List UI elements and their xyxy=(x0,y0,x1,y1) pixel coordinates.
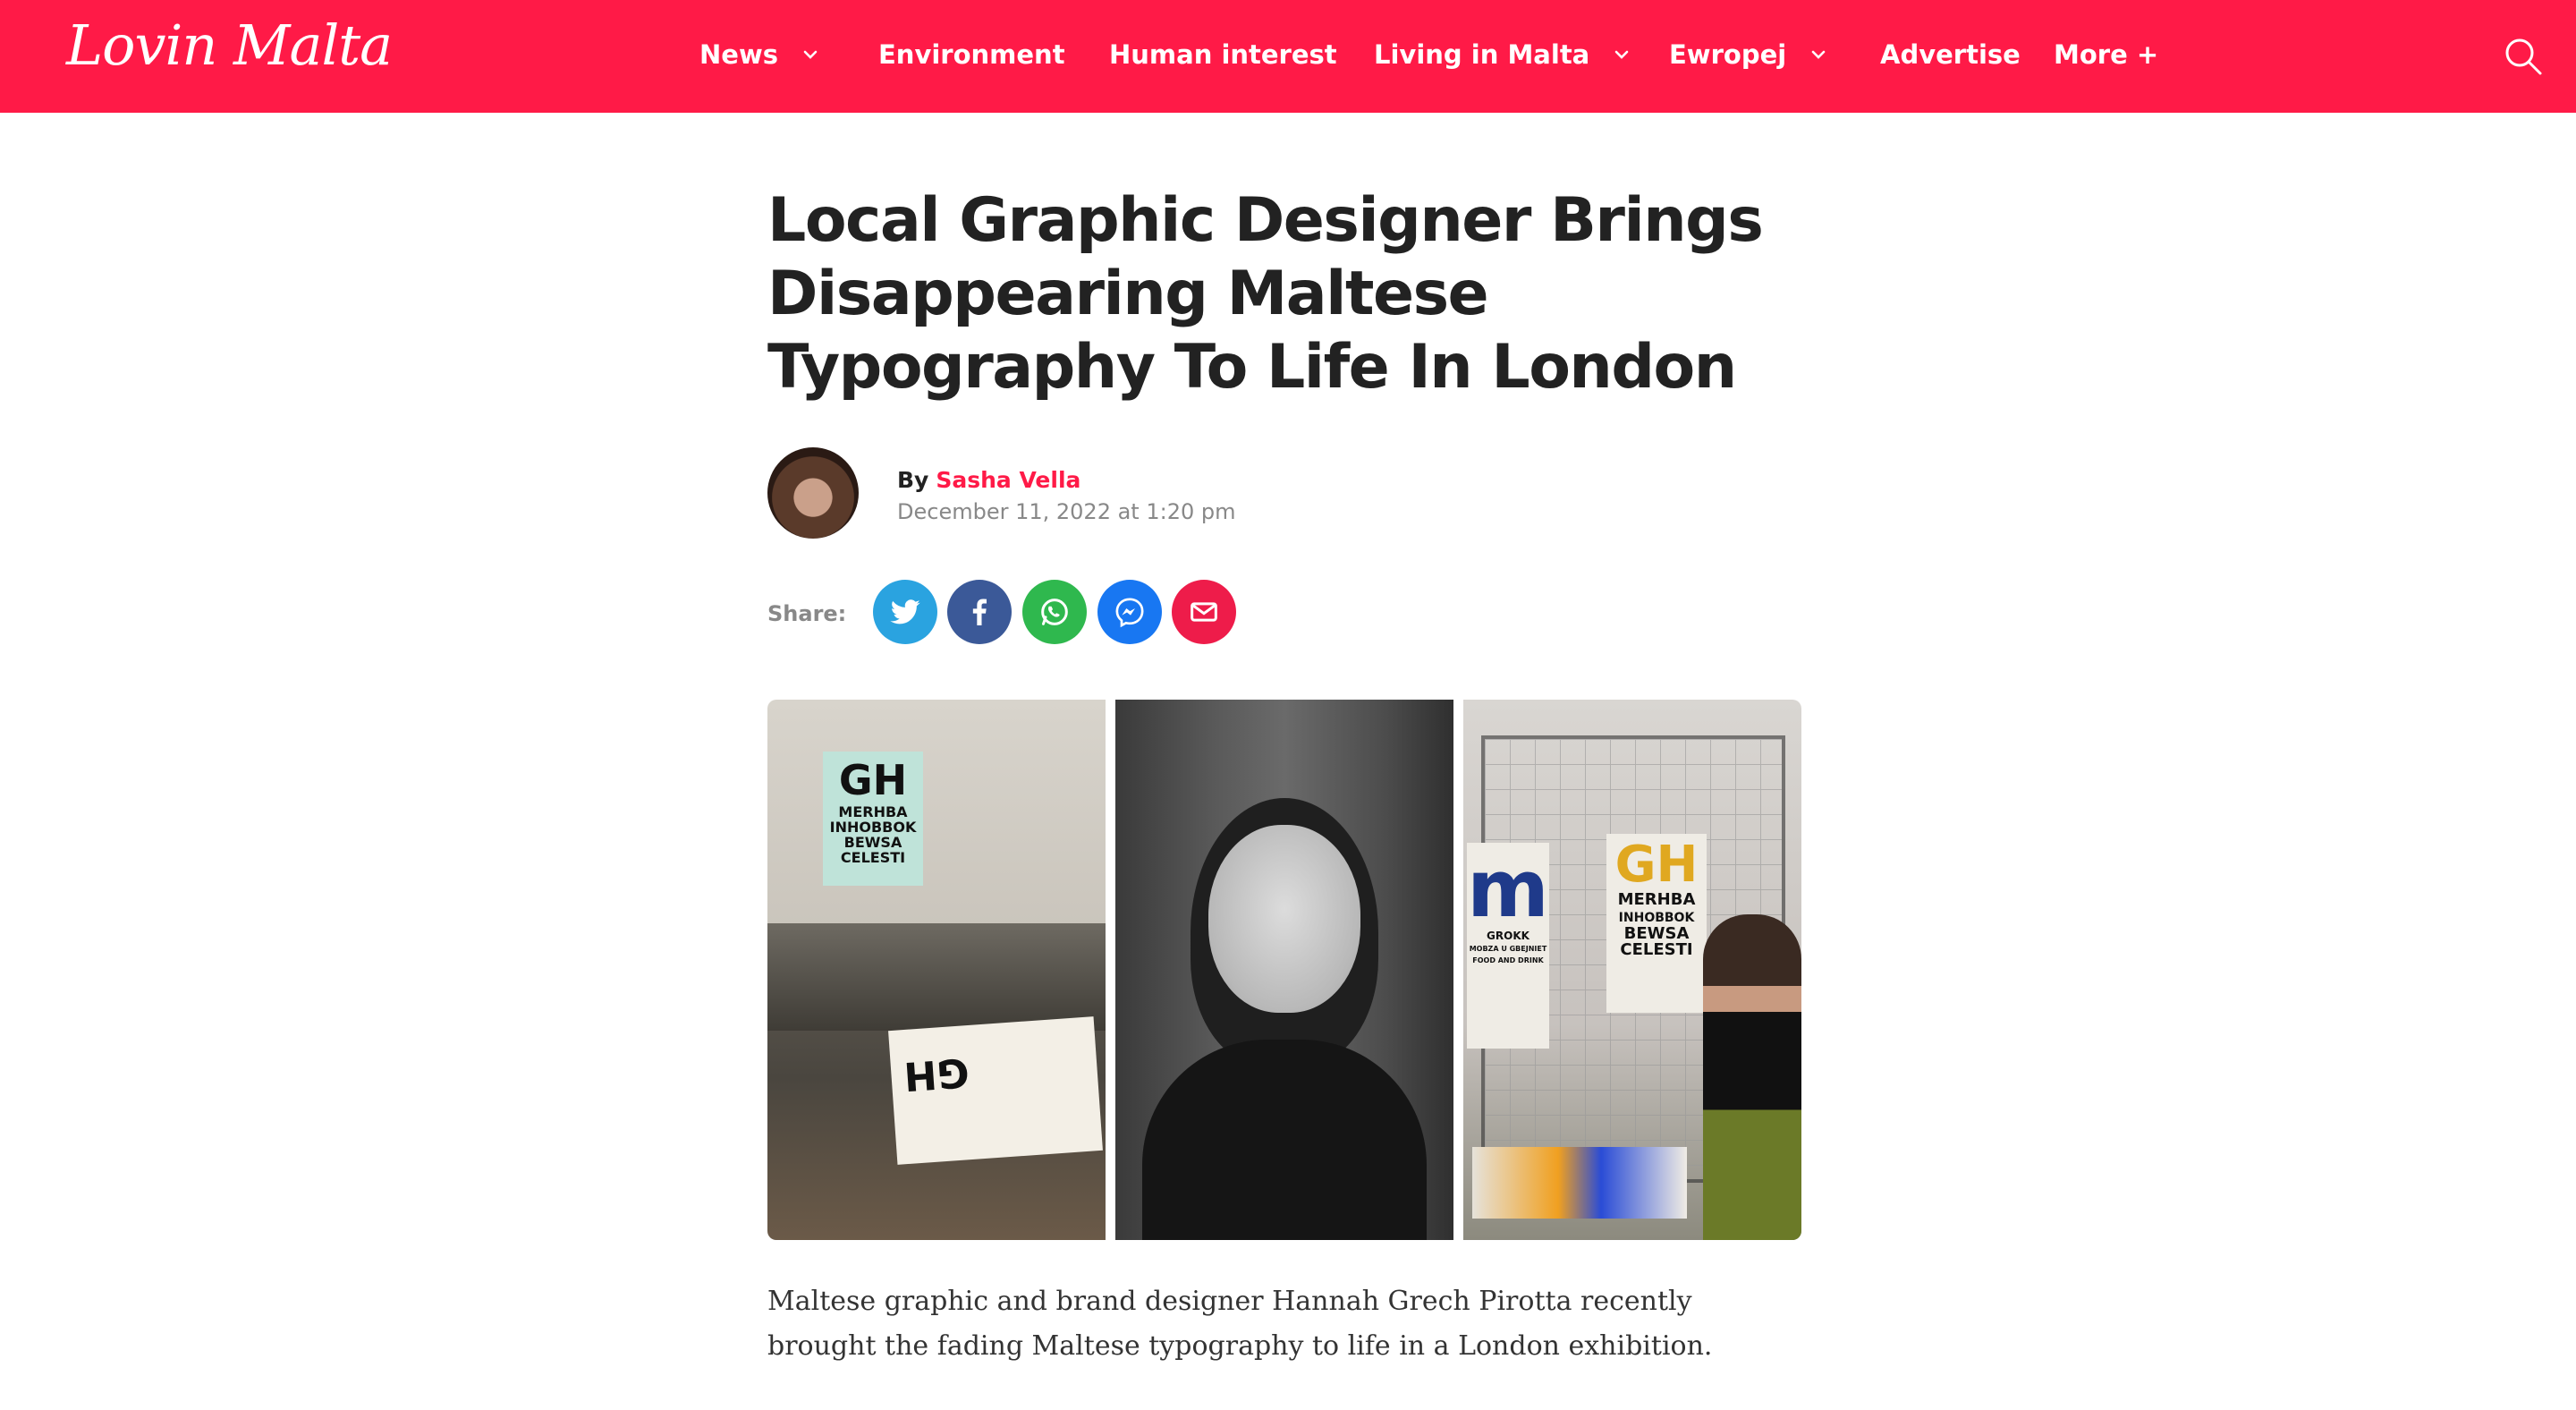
nav-item-label: Living in Malta xyxy=(1374,39,1590,70)
share-facebook-button[interactable] xyxy=(947,580,1012,644)
poster-line: GROKK xyxy=(1487,930,1530,943)
share-messenger-button[interactable] xyxy=(1097,580,1162,644)
author-avatar[interactable] xyxy=(767,447,859,539)
share-twitter-button[interactable] xyxy=(873,580,937,644)
gh-poster-exhibition: GH MERHBA INHOBBOK BEWSA CELESTI xyxy=(1606,834,1707,1013)
nav-item-advertise[interactable]: Advertise xyxy=(1880,39,2021,70)
plate-text: GH xyxy=(902,1049,971,1100)
chevron-down-icon xyxy=(803,50,818,59)
poster-line: MERHBA xyxy=(1617,889,1696,909)
nav-item-human-interest[interactable]: Human interest xyxy=(1109,39,1337,70)
portrait-body xyxy=(1142,1040,1427,1240)
chevron-down-icon xyxy=(1614,50,1629,59)
nav-item-label: Advertise xyxy=(1880,39,2021,70)
poster-heading: m xyxy=(1467,843,1549,935)
nav-item-label: News xyxy=(699,39,778,70)
m-poster: m GROKK MOBZA U GBEJNIET FOOD AND DRINK xyxy=(1467,843,1549,1049)
designer-portrait-photo xyxy=(1115,700,1453,1240)
article-title: Local Graphic Designer Brings Disappeari… xyxy=(767,185,1764,403)
nav-item-ewropej[interactable]: Ewropej xyxy=(1669,39,1827,70)
poster-heading: GH xyxy=(838,756,908,804)
facebook-icon xyxy=(972,599,987,625)
site-logo[interactable]: Lovin Malta xyxy=(66,13,393,78)
nav-item-label: More + xyxy=(2054,39,2159,70)
search-icon[interactable] xyxy=(2503,36,2544,77)
share-email-button[interactable] xyxy=(1172,580,1236,644)
nav-item-label: Ewropej xyxy=(1669,39,1787,70)
exhibition-photo: m GROKK MOBZA U GBEJNIET FOOD AND DRINK … xyxy=(1463,700,1801,1240)
printing-press xyxy=(767,923,1106,1031)
poster-line: CELESTI xyxy=(840,848,906,866)
poster-line: FOOD AND DRINK xyxy=(1472,956,1544,964)
gh-poster: GH MERHBA INHOBBOK BEWSA CELESTI xyxy=(823,752,923,886)
nav-item-living-in-malta[interactable]: Living in Malta xyxy=(1374,39,1631,70)
poster-line: INHOBBOK xyxy=(1618,910,1695,925)
top-navigation-bar: Lovin Malta News Environment Human inter… xyxy=(0,0,2576,113)
designer-figure xyxy=(1703,914,1801,1240)
nav-item-label: Environment xyxy=(878,39,1065,70)
nav-item-news[interactable]: News xyxy=(699,39,819,70)
byline-prefix: By xyxy=(897,467,929,493)
article-paragraph: Maltese graphic and brand designer Hanna… xyxy=(767,1286,1713,1362)
share-whatsapp-button[interactable] xyxy=(1022,580,1087,644)
chevron-down-icon xyxy=(1811,50,1826,59)
display-table xyxy=(1472,1147,1687,1219)
share-label: Share: xyxy=(767,601,847,626)
nav-item-more[interactable]: More + xyxy=(2054,39,2158,70)
twitter-icon xyxy=(890,599,920,624)
poster-line: CELESTI xyxy=(1620,940,1693,960)
poster-line: MOBZA U GBEJNIET xyxy=(1469,944,1547,953)
poster-line: BEWSA xyxy=(1623,923,1690,943)
author-link[interactable]: Sasha Vella xyxy=(936,467,1080,493)
publish-date: December 11, 2022 at 1:20 pm xyxy=(897,499,1236,524)
messenger-icon xyxy=(1115,598,1144,628)
portrait-face xyxy=(1208,825,1360,1013)
article-hero-image: GH MERHBA INHOBBOK BEWSA CELESTI GH m GR… xyxy=(767,700,1801,1240)
email-icon xyxy=(1191,602,1217,622)
nav-item-environment[interactable]: Environment xyxy=(878,39,1065,70)
poster-heading: GH xyxy=(1614,836,1699,894)
type-plate: GH xyxy=(888,1016,1103,1165)
printing-press-photo: GH MERHBA INHOBBOK BEWSA CELESTI GH xyxy=(767,700,1106,1240)
whatsapp-icon xyxy=(1041,599,1068,625)
nav-item-label: Human interest xyxy=(1109,39,1337,70)
byline: By Sasha Vella xyxy=(897,467,1080,493)
